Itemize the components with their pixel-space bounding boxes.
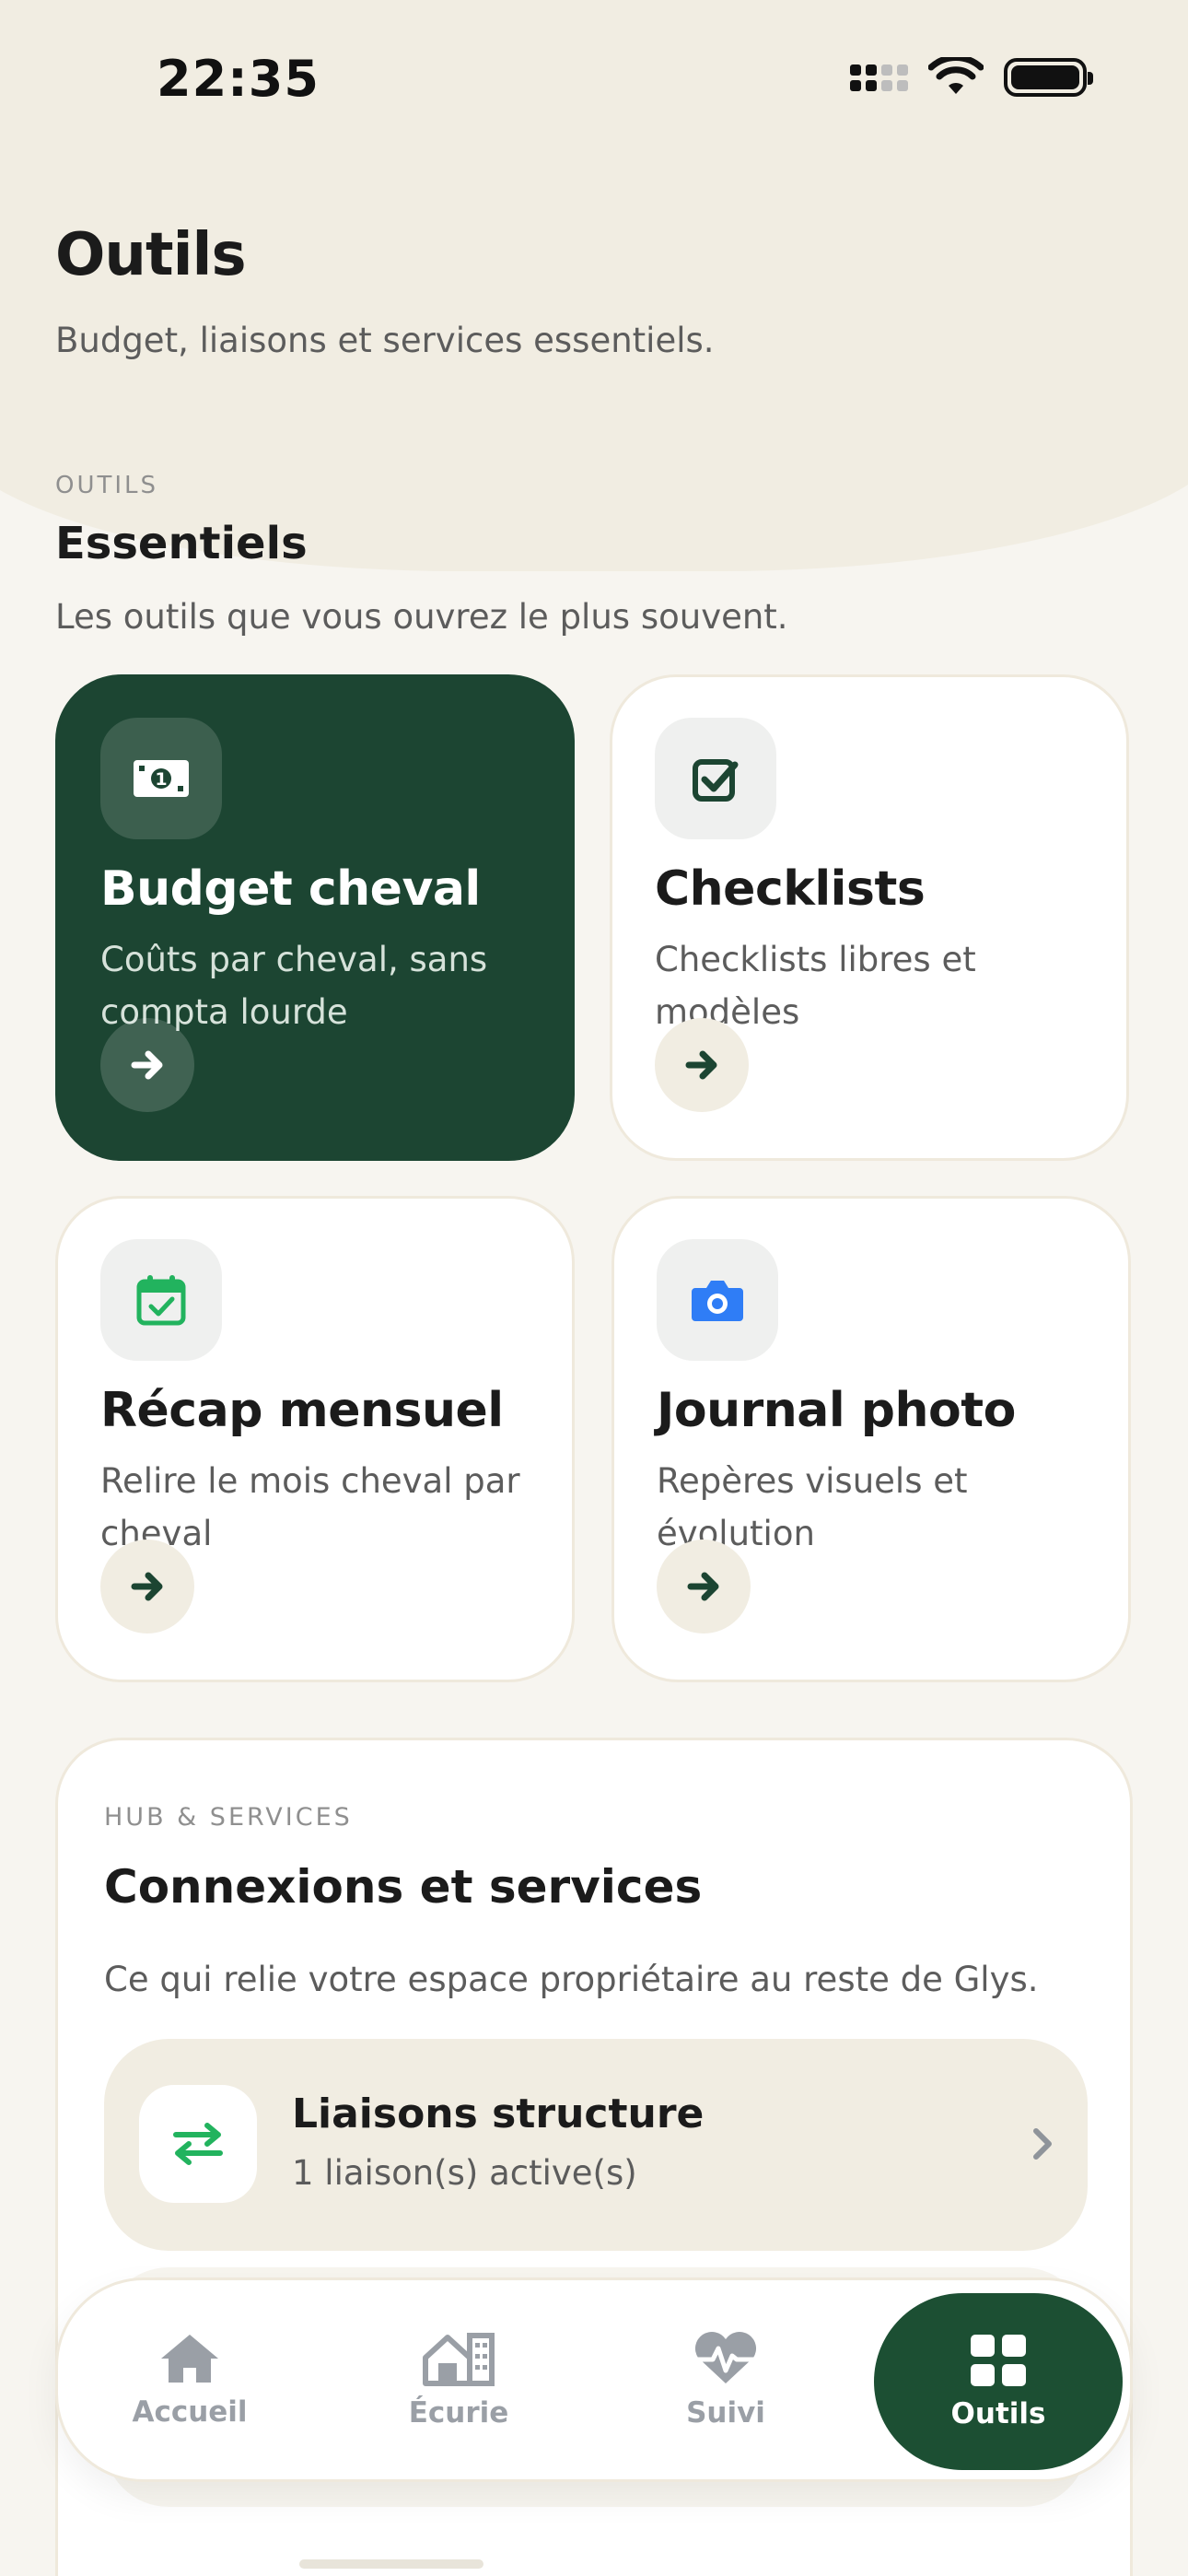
open-budget-button[interactable] [100,1018,194,1112]
status-time: 22:35 [157,50,320,108]
hub-eyebrow: HUB & SERVICES [104,1803,353,1832]
page-subtitle: Budget, liaisons et services essentiels. [55,321,715,360]
service-title: Liaisons structure [292,2090,705,2137]
hub-description: Ce qui relie votre espace propriétaire a… [104,1960,1039,1999]
tab-ecurie[interactable]: Écurie [334,2280,583,2479]
budget-cheval-card[interactable]: 1 Budget cheval Coûts par cheval, sans c… [55,674,575,1161]
open-recap-button[interactable] [100,1540,194,1633]
open-journal-button[interactable] [657,1540,751,1633]
checkbox-icon [655,718,776,839]
hub-title: Connexions et services [104,1860,703,1914]
recap-mensuel-card[interactable]: Récap mensuel Relire le mois cheval par … [55,1196,575,1682]
section-title: Essentiels [55,518,308,569]
tab-label: Suivi [686,2396,765,2430]
service-subtitle: 1 liaison(s) active(s) [292,2153,637,2193]
card-title: Budget cheval [100,861,481,917]
page-title: Outils [55,221,247,289]
arrow-right-icon [131,1572,163,1601]
bottom-tab-bar: Accueil Écurie Suivi Outils [55,2277,1133,2482]
card-title: Récap mensuel [100,1383,504,1438]
liaisons-structure-row[interactable]: Liaisons structure 1 liaison(s) active(s… [104,2039,1088,2251]
arrow-right-icon [131,1050,163,1080]
wifi-icon [928,57,984,94]
checklists-card[interactable]: Checklists Checklists libres et modèles [610,674,1129,1161]
arrow-right-icon [685,1050,717,1080]
card-title: Checklists [655,861,926,917]
stable-icon [423,2333,495,2386]
section-eyebrow: OUTILS [55,472,159,499]
card-title: Journal photo [657,1383,1016,1438]
arrow-right-icon [687,1572,719,1601]
status-bar: 22:35 [0,0,1188,157]
svg-text:1: 1 [155,769,167,790]
tab-outils[interactable]: Outils [874,2293,1123,2470]
status-icons [850,57,1093,98]
chevron-right-icon [1033,2128,1052,2160]
money-icon: 1 [100,718,222,839]
calendar-check-icon [100,1239,222,1361]
swap-arrows-icon [139,2085,257,2203]
tab-label: Outils [950,2397,1046,2430]
section-description: Les outils que vous ouvrez le plus souve… [55,597,788,637]
camera-icon [657,1239,778,1361]
open-checklists-button[interactable] [655,1018,749,1112]
cellular-signal-icon [850,64,908,91]
tab-suivi[interactable]: Suivi [601,2280,850,2479]
home-icon [161,2335,218,2383]
grid-icon [971,2335,1026,2386]
journal-photo-card[interactable]: Journal photo Repères visuels et évoluti… [611,1196,1131,1682]
tab-label: Accueil [132,2395,248,2429]
heart-pulse-icon [693,2331,758,2383]
home-indicator [299,2559,483,2569]
tab-accueil[interactable]: Accueil [65,2280,314,2479]
tab-label: Écurie [408,2396,509,2430]
battery-icon [1004,58,1093,97]
